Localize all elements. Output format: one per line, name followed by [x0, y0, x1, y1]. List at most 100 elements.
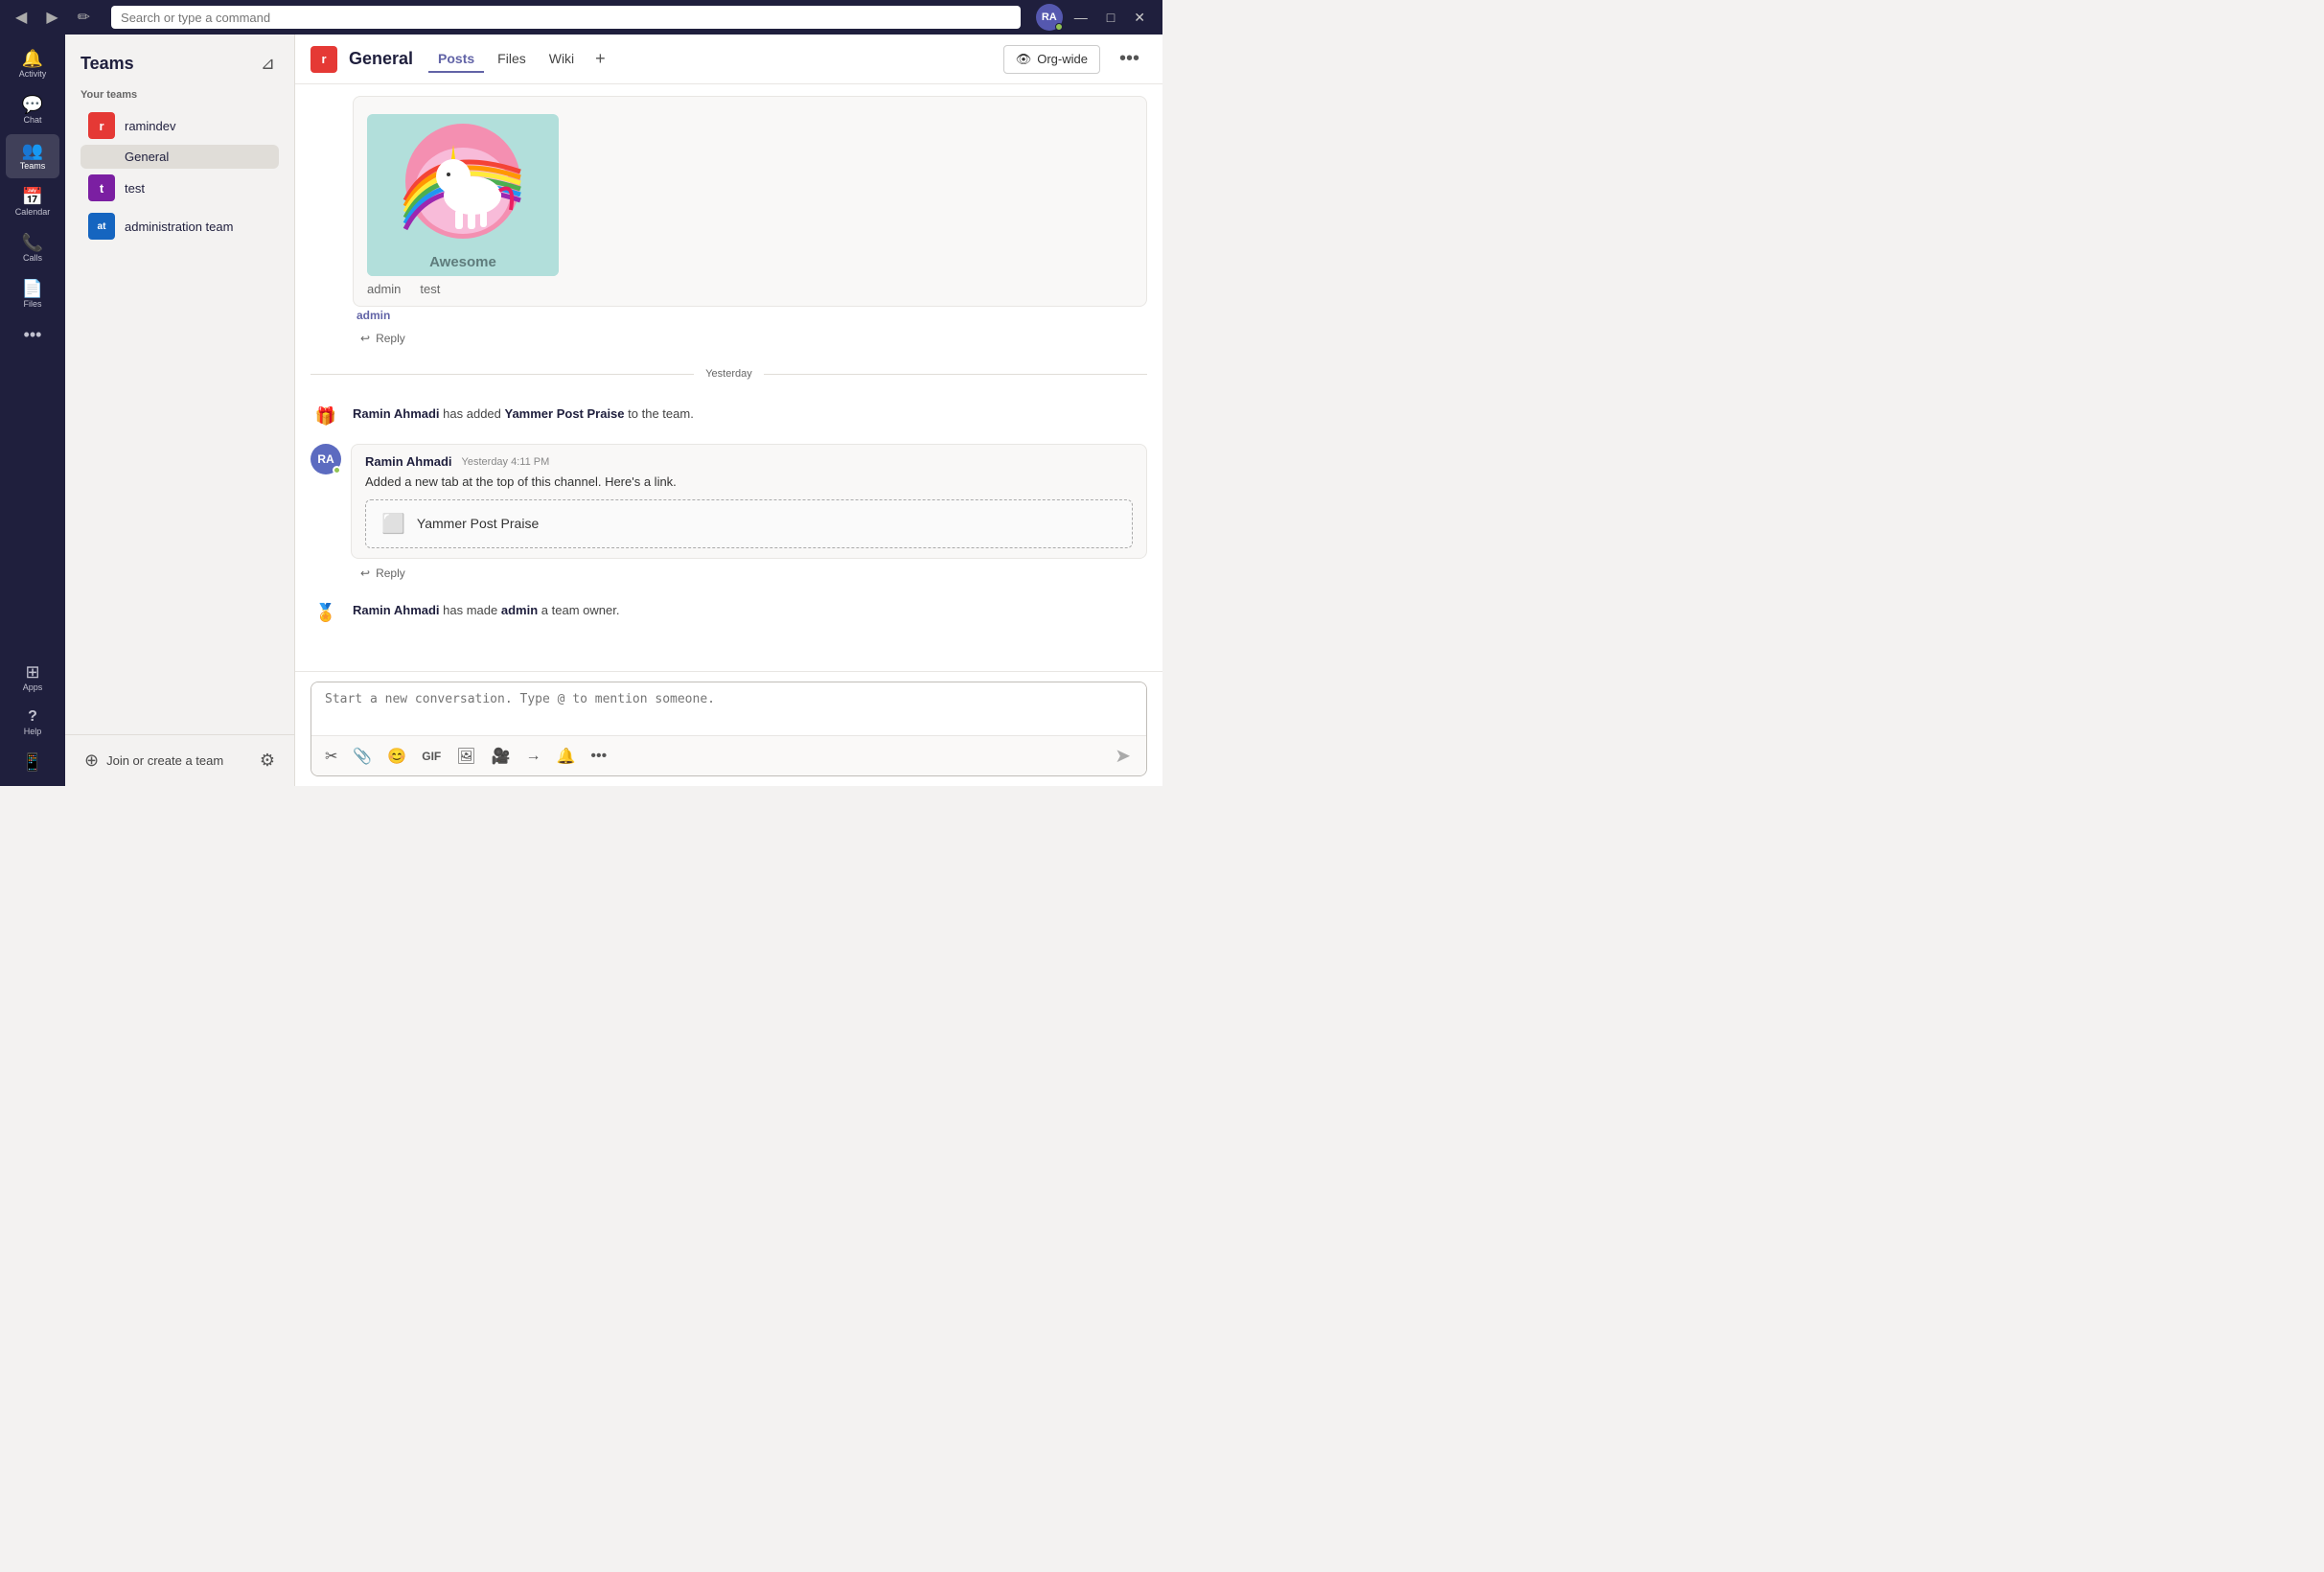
online-status-dot	[1055, 23, 1063, 31]
message-thread-2: RA Ramin Ahmadi Yesterday 4:11 PM Added …	[311, 444, 1147, 584]
compose-input[interactable]	[311, 682, 1146, 730]
chat-icon: 💬	[22, 96, 43, 113]
unicorn-svg	[386, 114, 540, 248]
chat-label: Chat	[23, 115, 41, 125]
forward-button[interactable]: ▶	[40, 6, 63, 29]
message-thread-1: Awesome admin test admin ↩ Reply	[311, 96, 1147, 349]
sidebar-item-device[interactable]: 📱	[6, 746, 59, 778]
channel-item-general[interactable]: General	[81, 145, 279, 169]
emoji-button[interactable]: 😊	[381, 743, 412, 770]
system-text-middle-2: has made	[443, 603, 501, 617]
ramin-text: Added a new tab at the top of this chann…	[365, 473, 1133, 492]
system-message-owner: 🏅 Ramin Ahmadi has made admin a team own…	[311, 595, 1147, 629]
message-with-image: Awesome admin test	[311, 96, 1147, 307]
notification-button[interactable]: 🔔	[550, 743, 581, 770]
more-icon: •••	[24, 326, 42, 343]
admin-name-link[interactable]: admin	[353, 309, 390, 322]
more-options-button[interactable]: •••	[1112, 44, 1147, 74]
format-button[interactable]: ✂	[319, 743, 343, 770]
titlebar: ◀ ▶ ✏ RA — □ ✕	[0, 0, 1162, 35]
titlebar-actions: RA — □ ✕	[1036, 4, 1153, 31]
sidebar-item-chat[interactable]: 💬 Chat	[6, 88, 59, 132]
maximize-button[interactable]: □	[1099, 6, 1122, 29]
send-button[interactable]: ➤	[1107, 740, 1139, 772]
divider-line-right	[764, 374, 1147, 375]
attach-button[interactable]: 📎	[347, 743, 378, 770]
sidebar-item-calendar[interactable]: 📅 Calendar	[6, 180, 59, 224]
compose-area: ✂ 📎 😊 GIF 🖼 🎥 → 🔔 ••• ➤	[295, 671, 1162, 786]
team-item-test[interactable]: t test •••	[81, 169, 279, 207]
minimize-button[interactable]: —	[1067, 6, 1095, 29]
teams-section: Your teams r ramindev ••• General t test…	[65, 85, 294, 249]
ramin-author: Ramin Ahmadi	[365, 454, 452, 469]
main-content: r General Posts Files Wiki + 👁 Org-wide …	[295, 35, 1162, 786]
channel-header: r General Posts Files Wiki + 👁 Org-wide …	[295, 35, 1162, 84]
gif-button[interactable]: GIF	[416, 746, 447, 767]
system-text-after-2: a team owner.	[541, 603, 620, 617]
test-text: test	[420, 282, 440, 296]
message-header-ramin: Ramin Ahmadi Yesterday 4:11 PM	[365, 454, 1133, 469]
search-input[interactable]	[111, 6, 1021, 29]
reply-button-2[interactable]: ↩ Reply	[353, 563, 413, 584]
channel-tabs: Posts Files Wiki +	[428, 45, 613, 73]
system-highlight-1: Yammer Post Praise	[505, 406, 625, 421]
sidebar-footer: ⊕ Join or create a team ⚙	[65, 734, 294, 786]
sidebar-item-files[interactable]: 📄 Files	[6, 272, 59, 316]
sticker-button[interactable]: 🖼	[450, 743, 481, 770]
apps-label: Apps	[23, 682, 43, 692]
reply-wrapper-2: ↩ Reply	[311, 559, 1147, 584]
admin-name-wrapper: admin	[311, 307, 1147, 324]
apps-icon: ⊞	[25, 663, 39, 681]
system-text-yammer: Ramin Ahmadi has added Yammer Post Prais…	[353, 405, 694, 424]
channel-name: General	[349, 49, 413, 69]
back-button[interactable]: ◀	[10, 6, 33, 29]
files-label: Files	[23, 299, 41, 309]
gift-icon: 🎁	[311, 406, 341, 427]
tab-wiki[interactable]: Wiki	[540, 45, 584, 73]
close-button[interactable]: ✕	[1126, 6, 1153, 30]
settings-button[interactable]: ⚙	[256, 747, 279, 774]
schedule-button[interactable]: →	[519, 744, 546, 769]
filter-button[interactable]: ⊿	[257, 50, 279, 78]
system-author-1: Ramin Ahmadi	[353, 406, 440, 421]
system-text-middle-1: has added	[443, 406, 504, 421]
system-message-yammer-added: 🎁 Ramin Ahmadi has added Yammer Post Pra…	[311, 399, 1147, 432]
date-label: Yesterday	[705, 368, 752, 380]
team-item-ramindev[interactable]: r ramindev •••	[81, 106, 279, 145]
sidebar-item-more[interactable]: •••	[6, 318, 59, 351]
sidebar-header: Teams ⊿	[65, 35, 294, 85]
tab-posts[interactable]: Posts	[428, 45, 484, 73]
activity-icon: 🔔	[22, 50, 43, 67]
sidebar-item-teams[interactable]: 👥 Teams	[6, 134, 59, 178]
sidebar-item-help[interactable]: ? Help	[6, 702, 59, 744]
yammer-card-icon: ⬜	[381, 512, 405, 536]
sidebar-item-apps[interactable]: ⊞ Apps	[6, 656, 59, 700]
sidebar-item-calls[interactable]: 📞 Calls	[6, 226, 59, 270]
team-item-administration[interactable]: at administration team •••	[81, 207, 279, 245]
message-ramin: RA Ramin Ahmadi Yesterday 4:11 PM Added …	[311, 444, 1147, 559]
more-compose-options-button[interactable]: •••	[585, 744, 612, 769]
team-avatar-ramindev: r	[88, 112, 115, 139]
tab-files[interactable]: Files	[488, 45, 536, 73]
device-icon: 📱	[22, 753, 43, 771]
awesome-label: Awesome	[367, 248, 559, 276]
files-icon: 📄	[22, 280, 43, 297]
add-tab-button[interactable]: +	[587, 45, 613, 73]
join-create-team-button[interactable]: ⊕ Join or create a team	[81, 745, 227, 776]
reply-label-2: Reply	[376, 566, 405, 580]
avatar[interactable]: RA	[1036, 4, 1063, 31]
unicorn-image: Awesome	[367, 114, 559, 276]
divider-line-left	[311, 374, 694, 375]
yammer-card[interactable]: ⬜ Yammer Post Praise	[365, 499, 1133, 548]
org-wide-button[interactable]: 👁 Org-wide	[1003, 45, 1100, 74]
yammer-card-name: Yammer Post Praise	[417, 516, 539, 531]
team-name-administration: administration team	[125, 220, 247, 234]
sidebar-item-activity[interactable]: 🔔 Activity	[6, 42, 59, 86]
meeting-button[interactable]: 🎥	[486, 743, 517, 770]
compose-button[interactable]: ✏	[72, 6, 96, 29]
activity-label: Activity	[19, 69, 47, 79]
search-bar	[111, 6, 1021, 29]
ramin-avatar: RA	[311, 444, 341, 474]
compose-box: ✂ 📎 😊 GIF 🖼 🎥 → 🔔 ••• ➤	[311, 682, 1147, 776]
reply-button-1[interactable]: ↩ Reply	[353, 328, 413, 349]
